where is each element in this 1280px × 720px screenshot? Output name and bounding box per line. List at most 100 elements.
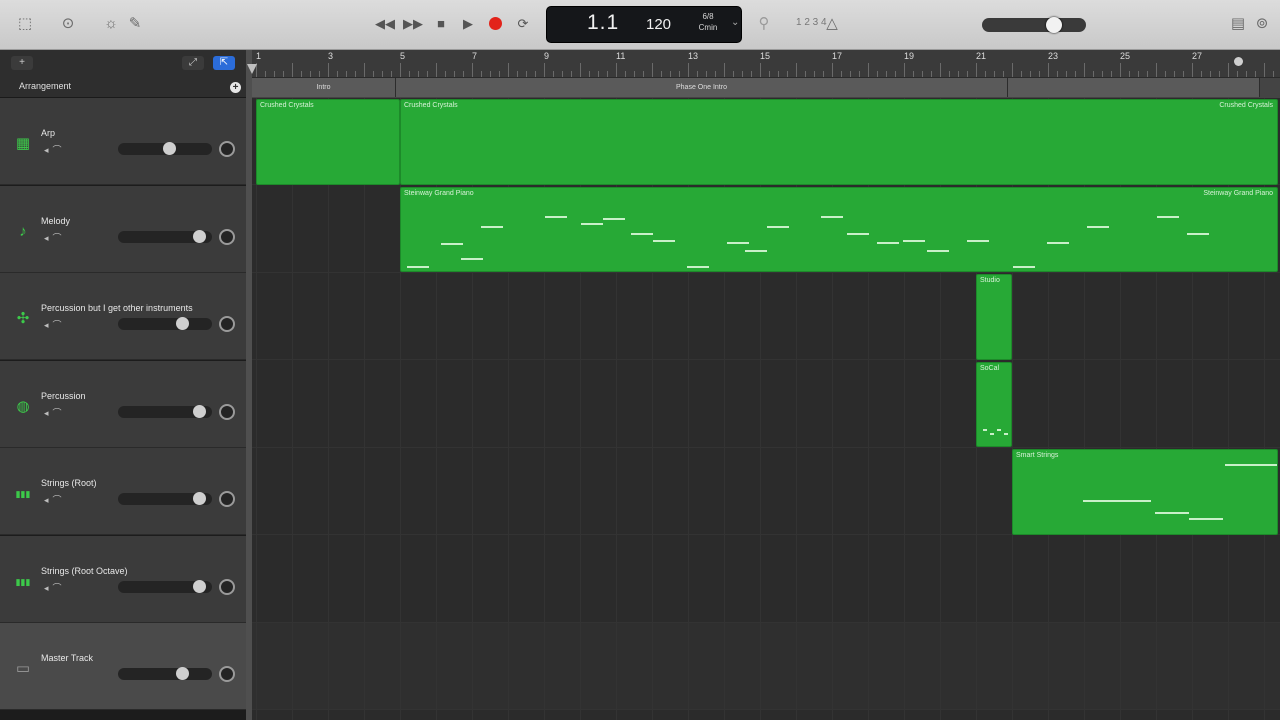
play-button[interactable]: ▶: [457, 14, 479, 34]
track-pan-knob[interactable]: [219, 578, 235, 595]
track-header[interactable]: ◍ Percussion ◂⌒: [0, 360, 246, 448]
region[interactable]: Crushed Crystals Crushed Crystals: [400, 99, 1278, 185]
ruler-tick: [301, 71, 302, 77]
add-track-button[interactable]: +: [11, 56, 33, 70]
lcd-display[interactable]: 1.1 120 6/8 Cmin ⌄: [546, 6, 742, 43]
track-volume-knob[interactable]: [193, 579, 207, 593]
ruler-tick: [580, 63, 581, 77]
region[interactable]: Steinway Grand Piano Steinway Grand Piano: [400, 186, 1278, 272]
record-button[interactable]: [489, 17, 502, 30]
tuner-icon[interactable]: ⚲: [754, 14, 774, 34]
ruler-tick: [679, 71, 680, 77]
bar-number: 13: [688, 51, 699, 61]
smart-controls-icon[interactable]: ☼: [101, 14, 121, 34]
ruler-tick: [1174, 71, 1175, 77]
track-header[interactable]: ▮▮▮ Strings (Root) ◂⌒: [0, 448, 246, 535]
ruler-tick: [706, 71, 707, 77]
bar-number: 21: [976, 51, 987, 61]
tracks-area[interactable]: Crushed Crystals Crushed Crystals Crushed …: [252, 98, 1280, 720]
arrangement-section[interactable]: [1008, 78, 1260, 97]
master-volume-slider[interactable]: [982, 18, 1086, 32]
track-lane[interactable]: [252, 623, 1280, 710]
track-header[interactable]: ✣ Percussion but I get other instruments ◂…: [0, 273, 246, 360]
ruler-tick: [571, 71, 572, 77]
midi-note: [1083, 500, 1151, 502]
ruler-tick: [724, 63, 725, 77]
metronome-icon[interactable]: △: [822, 14, 842, 34]
ruler-tick: [922, 71, 923, 77]
editors-icon[interactable]: ✎: [125, 14, 145, 34]
midi-note: [653, 239, 675, 242]
bar-number: 5: [400, 51, 406, 61]
chevron-down-icon[interactable]: ⌄: [731, 17, 739, 28]
track-header[interactable]: ♪ Melody ◂⌒: [0, 185, 246, 273]
help-icon[interactable]: ⊙: [58, 14, 78, 34]
rewind-button[interactable]: ◀◀: [374, 14, 396, 34]
library-icon[interactable]: ⬚: [15, 14, 35, 34]
track-pan-knob[interactable]: [219, 491, 235, 507]
region[interactable]: Studio: [976, 274, 1012, 360]
arrangement-track[interactable]: Intro Phase One Intro: [252, 78, 1280, 98]
track-lane[interactable]: [252, 535, 1280, 623]
ruler-tick: [1003, 71, 1004, 77]
track-pan-knob[interactable]: [219, 228, 235, 245]
master-volume-knob[interactable]: [1046, 17, 1062, 33]
ruler-tick: [499, 71, 500, 77]
mute-solo-buttons[interactable]: ◂⌒: [44, 143, 66, 156]
loop-browser-icon[interactable]: ⊚: [1252, 14, 1272, 34]
stop-button[interactable]: ■: [430, 14, 452, 34]
midi-note: [1187, 232, 1209, 235]
mute-solo-buttons[interactable]: ◂⌒: [44, 318, 66, 331]
region-label: Steinway Grand Piano: [404, 189, 474, 197]
ruler-tick: [661, 71, 662, 77]
ruler[interactable]: 1 3 5 7 9 11 13 15 17 19 21 23 25 27: [252, 50, 1280, 78]
ruler-tick: [1165, 71, 1166, 77]
ruler-tick: [562, 71, 563, 77]
arrangement-section[interactable]: Phase One Intro: [396, 78, 1008, 97]
track-volume-knob[interactable]: [175, 667, 189, 680]
add-section-button[interactable]: +: [230, 82, 241, 93]
region[interactable]: Crushed Crystals: [256, 99, 400, 185]
region-label: Crushed Crystals: [260, 102, 314, 109]
fast-forward-button[interactable]: ▶▶: [402, 14, 424, 34]
notepad-icon[interactable]: ▤: [1228, 14, 1248, 34]
ruler-tick: [418, 71, 419, 77]
ruler-tick: [823, 71, 824, 77]
track-volume-slider[interactable]: [118, 318, 212, 330]
track-volume-knob[interactable]: [175, 317, 189, 330]
track-volume-slider[interactable]: [118, 668, 212, 680]
midi-note: [990, 432, 994, 435]
track-volume-knob[interactable]: [193, 229, 207, 243]
catch-playhead-icon[interactable]: ⇱: [213, 56, 235, 70]
track-volume-knob[interactable]: [193, 404, 207, 418]
arrangement-section[interactable]: Intro: [252, 78, 396, 97]
ruler-tick: [1138, 71, 1139, 77]
smart-tempo-icon[interactable]: ⤢: [182, 56, 204, 70]
track-header[interactable]: ▮▮▮ Strings (Root Octave) ◂⌒: [0, 535, 246, 623]
track-pan-knob[interactable]: [219, 141, 235, 157]
track-lane[interactable]: [252, 273, 1280, 360]
track-header[interactable]: ▭ Master Track: [0, 623, 246, 710]
track-pan-knob[interactable]: [219, 666, 235, 682]
ruler-tick: [517, 71, 518, 77]
mute-solo-buttons[interactable]: ◂⌒: [44, 406, 66, 419]
cycle-button[interactable]: ⟳: [512, 14, 534, 34]
ruler-tick: [1021, 71, 1022, 77]
track-volume-knob[interactable]: [162, 142, 176, 155]
midi-note: [441, 242, 463, 245]
track-pan-knob[interactable]: [219, 403, 235, 420]
region[interactable]: Smart Strings: [1012, 449, 1278, 535]
mute-solo-buttons[interactable]: ◂⌒: [44, 493, 66, 506]
ruler-tick: [535, 71, 536, 77]
ruler-tick: [769, 71, 770, 77]
ruler-scroll-knob[interactable]: [1234, 57, 1243, 66]
mute-solo-buttons[interactable]: ◂⌒: [44, 231, 66, 244]
track-header[interactable]: ▦ Arp ◂⌒: [0, 98, 246, 185]
region-label: Crushed Crystals: [1219, 102, 1273, 109]
control-bar: ⬚ ⊙ ☼ ✎ ◀◀ ▶▶ ■ ▶ ⟳ 1.1 120 6/8 Cmin ⌄ ⚲…: [0, 0, 1280, 50]
mute-solo-buttons[interactable]: ◂⌒: [44, 581, 66, 594]
region[interactable]: SoCal: [976, 361, 1012, 447]
ruler-tick: [1246, 71, 1247, 77]
track-pan-knob[interactable]: [219, 316, 235, 332]
track-lane[interactable]: [252, 360, 1280, 448]
